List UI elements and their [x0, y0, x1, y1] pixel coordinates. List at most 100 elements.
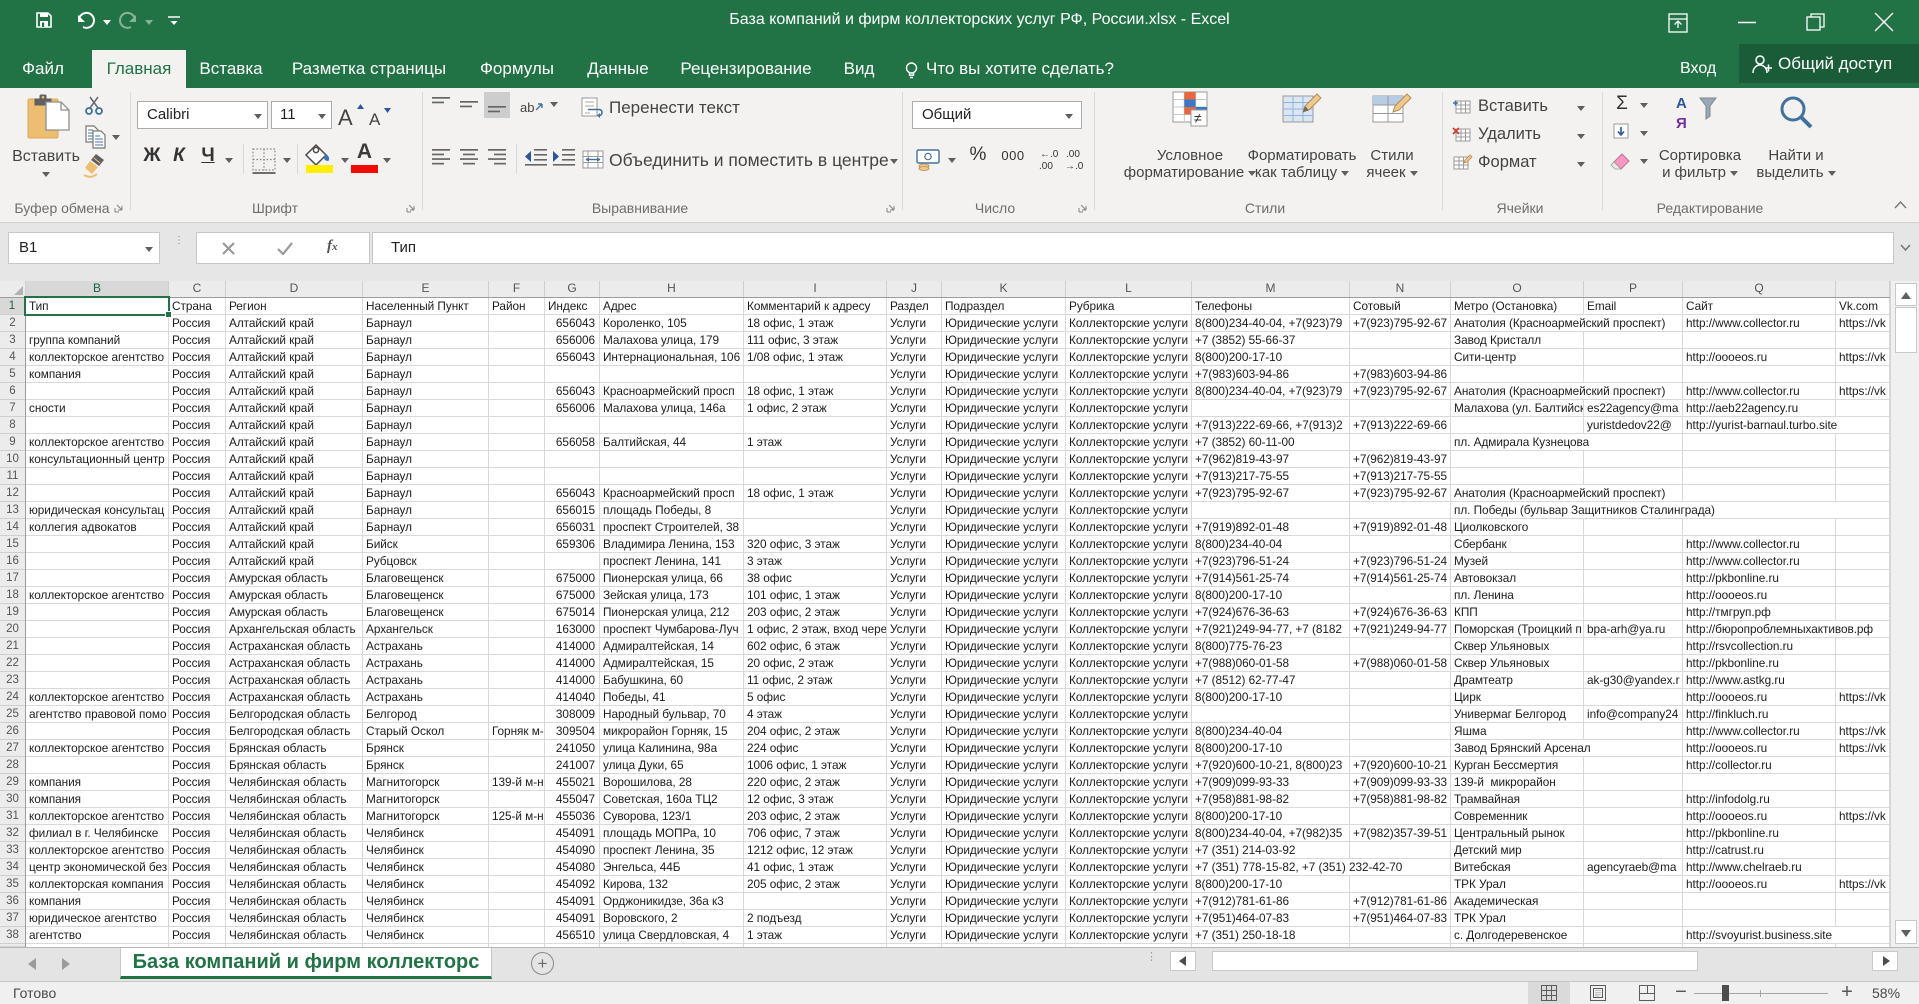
- cell-K18[interactable]: Юридические услуги: [942, 587, 1065, 603]
- fill-color-dropdown-icon[interactable]: [341, 158, 349, 163]
- cell-M38[interactable]: +7 (351) 250-18-18: [1192, 927, 1349, 943]
- cell-C5[interactable]: Россия: [169, 366, 225, 382]
- cell-L4[interactable]: Коллекторские услуги: [1066, 349, 1191, 365]
- cell-D4[interactable]: Алтайский край: [226, 349, 362, 365]
- cell-P25[interactable]: info@company24: [1584, 706, 1682, 722]
- vertical-scrollbar[interactable]: [1890, 281, 1919, 947]
- tab-рецензирование[interactable]: Рецензирование: [673, 50, 819, 88]
- row-header-36[interactable]: 36: [0, 893, 25, 910]
- cell-L34[interactable]: Коллекторские услуги: [1066, 859, 1191, 875]
- cell-N14[interactable]: +7(919)892-01-48: [1350, 519, 1450, 535]
- cell-E22[interactable]: Астрахань: [363, 655, 488, 671]
- cell-J5[interactable]: Услуги: [887, 366, 941, 382]
- cell-E15[interactable]: Бийск: [363, 536, 488, 552]
- cell-K28[interactable]: Юридические услуги: [942, 757, 1065, 773]
- cell-L3[interactable]: Коллекторские услуги: [1066, 332, 1191, 348]
- hscroll-thumb[interactable]: [1212, 951, 1698, 971]
- cell-I15[interactable]: 320 офис, 3 этаж: [744, 536, 886, 552]
- minimize-icon[interactable]: [1738, 21, 1756, 24]
- cell-D27[interactable]: Брянская область: [226, 740, 362, 756]
- number-format-dropdown-icon[interactable]: [1065, 114, 1073, 119]
- cell-C11[interactable]: Россия: [169, 468, 225, 484]
- cell-C31[interactable]: Россия: [169, 808, 225, 824]
- cell-G29[interactable]: 455021: [545, 774, 599, 790]
- cell-D18[interactable]: Амурская область: [226, 587, 362, 603]
- cell-G32[interactable]: 454091: [545, 825, 599, 841]
- cell-L11[interactable]: Коллекторские услуги: [1066, 468, 1191, 484]
- cell-D16[interactable]: Алтайский край: [226, 553, 362, 569]
- cell-Q8[interactable]: http://yurist-barnaul.turbo.site: [1683, 417, 1889, 433]
- cell-M31[interactable]: 8(800)200-17-10: [1192, 808, 1349, 824]
- bold-button[interactable]: Ж: [141, 145, 163, 171]
- column-header-K[interactable]: K: [942, 281, 1066, 297]
- cell-G18[interactable]: 675000: [545, 587, 599, 603]
- cell-O36[interactable]: Академическая: [1451, 893, 1583, 909]
- tab-главная[interactable]: Главная: [92, 50, 186, 88]
- cell-E26[interactable]: Старый Оскол: [363, 723, 488, 739]
- cell-K20[interactable]: Юридические услуги: [942, 621, 1065, 637]
- cell-G21[interactable]: 414000: [545, 638, 599, 654]
- align-left-icon[interactable]: [428, 144, 454, 170]
- cell-D37[interactable]: Челябинская область: [226, 910, 362, 926]
- cell-E33[interactable]: Челябинск: [363, 842, 488, 858]
- cell-M6[interactable]: 8(800)234-40-04, +7(923)79: [1192, 383, 1349, 399]
- number-format-combo[interactable]: Общий: [912, 101, 1082, 129]
- cell-H20[interactable]: проспект Чумбарова-Луч: [600, 621, 743, 637]
- next-sheet-icon[interactable]: [62, 958, 70, 970]
- cell-H17[interactable]: Пионерская улица, 66: [600, 570, 743, 586]
- vscroll-down-button[interactable]: [1895, 920, 1917, 944]
- cell-D21[interactable]: Астраханская область: [226, 638, 362, 654]
- cell-C12[interactable]: Россия: [169, 485, 225, 501]
- cell-N12[interactable]: +7(923)795-92-67: [1350, 485, 1450, 501]
- cell-D14[interactable]: Алтайский край: [226, 519, 362, 535]
- cell-C10[interactable]: Россия: [169, 451, 225, 467]
- cell-L19[interactable]: Коллекторские услуги: [1066, 604, 1191, 620]
- cell-E24[interactable]: Астрахань: [363, 689, 488, 705]
- cell-H36[interactable]: Орджоникидзе, 36а к3: [600, 893, 743, 909]
- cell-H13[interactable]: площадь Победы, 8: [600, 502, 743, 518]
- sign-in-button[interactable]: Вход: [1680, 50, 1716, 88]
- row-header-4[interactable]: 4: [0, 349, 25, 366]
- cell-M28[interactable]: +7(920)600-10-21, 8(800)23: [1192, 757, 1349, 773]
- cell-I32[interactable]: 706 офис, 7 этаж: [744, 825, 886, 841]
- cell-I23[interactable]: 11 офис, 2 этаж: [744, 672, 886, 688]
- cell-M36[interactable]: +7(912)781-61-86: [1192, 893, 1349, 909]
- cell-I3[interactable]: 111 офис, 3 этаж: [744, 332, 886, 348]
- fill-dropdown-icon[interactable]: [1640, 131, 1648, 136]
- cell-D20[interactable]: Архангельская область: [226, 621, 362, 637]
- cancel-icon[interactable]: [221, 241, 236, 256]
- cell-E25[interactable]: Белгород: [363, 706, 488, 722]
- dialog-launcher-font[interactable]: [406, 202, 417, 213]
- cell-P23[interactable]: ak-g30@yandex.r: [1584, 672, 1682, 688]
- cell-M24[interactable]: 8(800)200-17-10: [1192, 689, 1349, 705]
- row-header-22[interactable]: 22: [0, 655, 25, 672]
- cell-L13[interactable]: Коллекторские услуги: [1066, 502, 1191, 518]
- orientation-dropdown-icon[interactable]: [550, 102, 558, 107]
- cell-C23[interactable]: Россия: [169, 672, 225, 688]
- cell-H19[interactable]: Пионерская улица, 212: [600, 604, 743, 620]
- cell-G9[interactable]: 656058: [545, 434, 599, 450]
- cell-H22[interactable]: Адмиралтейская, 15: [600, 655, 743, 671]
- cell-G6[interactable]: 656043: [545, 383, 599, 399]
- cell-H18[interactable]: Зейская улица, 173: [600, 587, 743, 603]
- cell-B3[interactable]: группа компаний: [26, 332, 168, 348]
- cell-E19[interactable]: Благовещенск: [363, 604, 488, 620]
- column-header-D[interactable]: D: [226, 281, 363, 297]
- cell-K16[interactable]: Юридические услуги: [942, 553, 1065, 569]
- cell-L27[interactable]: Коллекторские услуги: [1066, 740, 1191, 756]
- cell-H31[interactable]: Суворова, 123/1: [600, 808, 743, 824]
- cell-B5[interactable]: компания: [26, 366, 168, 382]
- cell-K36[interactable]: Юридические услуги: [942, 893, 1065, 909]
- cell-K29[interactable]: Юридические услуги: [942, 774, 1065, 790]
- increase-font-icon[interactable]: A: [338, 103, 364, 127]
- cell-M29[interactable]: +7(909)099-93-33: [1192, 774, 1349, 790]
- cell-B30[interactable]: компания: [26, 791, 168, 807]
- cell-R1[interactable]: Vk.com: [1836, 298, 1889, 314]
- cell-Q24[interactable]: http://oooeos.ru: [1683, 689, 1835, 705]
- cell-Q7[interactable]: http://aeb22agency.ru: [1683, 400, 1835, 416]
- cell-I19[interactable]: 203 офис, 2 этаж: [744, 604, 886, 620]
- cell-E29[interactable]: Магнитогорск: [363, 774, 488, 790]
- cell-J12[interactable]: Услуги: [887, 485, 941, 501]
- cell-E37[interactable]: Челябинск: [363, 910, 488, 926]
- cell-C16[interactable]: Россия: [169, 553, 225, 569]
